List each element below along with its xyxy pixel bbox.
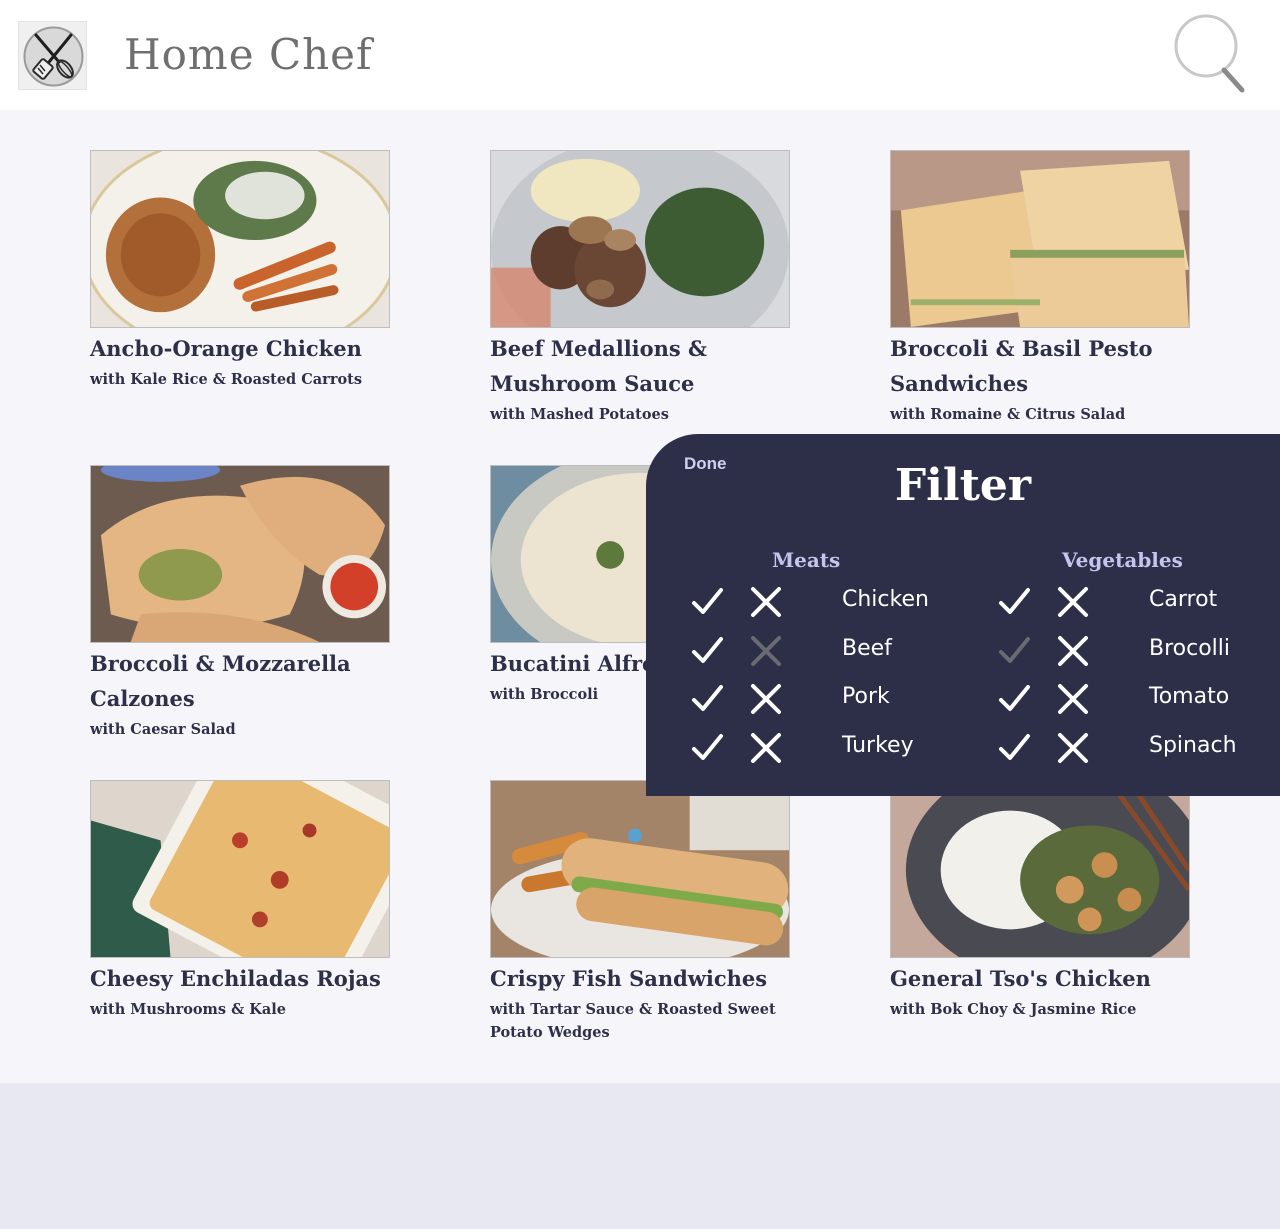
recipe-card[interactable]: Beef Medallions & Mushroom Sauce with Ma…: [490, 150, 790, 426]
filter-label-meats: Pork: [842, 684, 890, 709]
recipe-image-cheesy-enchiladas[interactable]: [90, 780, 390, 958]
vegetables-heading: Vegetables: [1062, 548, 1183, 572]
recipe-image-ancho-orange-chicken[interactable]: [90, 150, 390, 328]
recipe-title[interactable]: General Tso's Chicken: [890, 961, 1190, 996]
recipe-title[interactable]: Broccoli & Basil Pesto Sandwiches: [890, 331, 1190, 401]
recipe-image-crispy-fish-sandwiches[interactable]: [490, 780, 790, 958]
recipe-card[interactable]: Cheesy Enchiladas Rojas with Mushrooms &…: [90, 780, 390, 1021]
filter-label-vegetables: Tomato: [1149, 684, 1230, 709]
recipe-image-broccoli-pesto-sandwiches[interactable]: [890, 150, 1190, 328]
recipe-subtitle: with Kale Rice & Roasted Carrots: [90, 371, 362, 388]
recipe-card[interactable]: Broccoli & Basil Pesto Sandwiches with R…: [890, 150, 1190, 426]
recipe-subtitle: with Bok Choy & Jasmine Rice: [890, 1001, 1137, 1018]
include-check-icon[interactable]: [996, 681, 1032, 717]
recipe-subtitle: with Caesar Salad: [90, 721, 236, 738]
recipe-subtitle: with Romaine & Citrus Salad: [890, 406, 1126, 423]
filter-label-vegetables: Carrot: [1149, 587, 1218, 612]
recipe-title[interactable]: Crispy Fish Sandwiches: [490, 961, 790, 996]
exclude-x-icon[interactable]: [748, 633, 784, 669]
recipe-image-broccoli-calzones[interactable]: [90, 465, 390, 643]
recipe-title[interactable]: Beef Medallions & Mushroom Sauce: [490, 331, 790, 401]
recipe-card[interactable]: Ancho-Orange Chicken with Kale Rice & Ro…: [90, 150, 390, 391]
include-check-icon[interactable]: [689, 730, 725, 766]
filter-panel: Done Filter Meats Vegetables Chicken Beef…: [646, 434, 1280, 796]
whisk-spatula-icon[interactable]: [18, 21, 87, 90]
include-check-icon[interactable]: [996, 633, 1032, 669]
recipe-subtitle: with Mashed Potatoes: [490, 406, 669, 423]
filter-label-vegetables: Brocolli: [1149, 636, 1231, 661]
meats-heading: Meats: [772, 548, 841, 572]
include-check-icon[interactable]: [996, 584, 1032, 620]
magnifier-icon[interactable]: [1172, 10, 1252, 96]
exclude-x-icon[interactable]: [1055, 730, 1091, 766]
filter-label-vegetables: Spinach: [1149, 733, 1237, 758]
recipe-card[interactable]: Broccoli & Mozzarella Calzones with Caes…: [90, 465, 390, 741]
recipe-title[interactable]: Ancho-Orange Chicken: [90, 331, 390, 366]
recipe-subtitle: with Tartar Sauce & Roasted Sweet Potato…: [490, 1001, 776, 1041]
exclude-x-icon[interactable]: [748, 730, 784, 766]
exclude-x-icon[interactable]: [1055, 681, 1091, 717]
include-check-icon[interactable]: [996, 730, 1032, 766]
app-title: Home Chef: [124, 30, 373, 79]
recipe-title[interactable]: Cheesy Enchiladas Rojas: [90, 961, 390, 996]
recipe-card[interactable]: General Tso's Chicken with Bok Choy & Ja…: [890, 780, 1190, 1021]
filter-title: Filter: [894, 460, 1032, 511]
filter-label-meats: Turkey: [842, 733, 914, 758]
exclude-x-icon[interactable]: [748, 584, 784, 620]
recipe-subtitle: with Mushrooms & Kale: [90, 1001, 286, 1018]
exclude-x-icon[interactable]: [748, 681, 784, 717]
include-check-icon[interactable]: [689, 584, 725, 620]
recipe-title[interactable]: Broccoli & Mozzarella Calzones: [90, 646, 390, 716]
include-check-icon[interactable]: [689, 681, 725, 717]
include-check-icon[interactable]: [689, 633, 725, 669]
filter-label-meats: Beef: [842, 636, 892, 661]
app-header: Home Chef: [0, 0, 1280, 110]
recipe-image-beef-medallions[interactable]: [490, 150, 790, 328]
recipe-card[interactable]: Crispy Fish Sandwiches with Tartar Sauce…: [490, 780, 790, 1044]
filter-label-meats: Chicken: [842, 587, 929, 612]
recipe-image-general-tsos-chicken[interactable]: [890, 780, 1190, 958]
exclude-x-icon[interactable]: [1055, 584, 1091, 620]
exclude-x-icon[interactable]: [1055, 633, 1091, 669]
